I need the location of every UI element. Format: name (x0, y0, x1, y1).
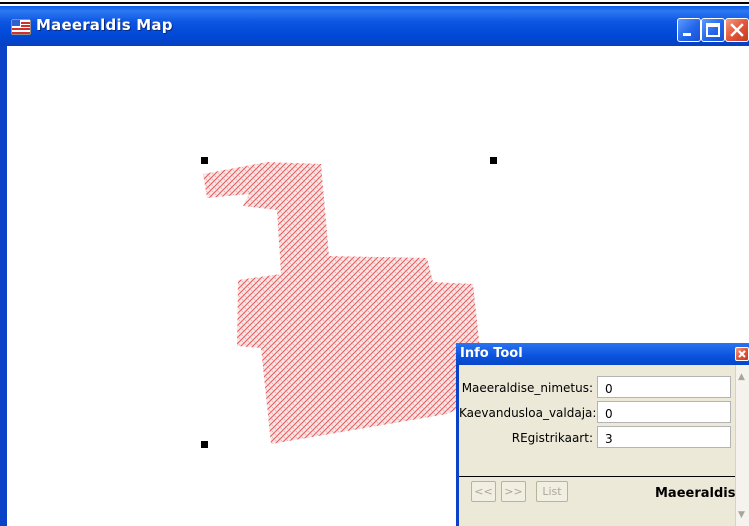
field-row: Maeeraldise_nimetus: 0 (459, 376, 749, 400)
close-icon (738, 350, 746, 358)
field-value-maeeraldise-nimetus[interactable]: 0 (597, 376, 731, 398)
field-value-registrikaart[interactable]: 3 (597, 426, 731, 448)
selection-handle-bottom-left[interactable] (201, 441, 208, 448)
next-record-button[interactable]: >> (501, 481, 526, 502)
field-label: Kaevandusloa_valdaja: (459, 406, 597, 420)
info-separator (459, 476, 735, 477)
close-icon (730, 23, 744, 37)
info-scrollbar[interactable]: ▲ ▼ (735, 365, 749, 526)
minimize-button[interactable] (677, 18, 701, 42)
window-title: Maeeraldis Map (36, 16, 173, 34)
selection-handle-top-right[interactable] (490, 157, 497, 164)
info-tool-title: Info Tool (460, 346, 523, 361)
list-button[interactable]: List (536, 481, 568, 502)
minimize-icon (683, 33, 691, 36)
field-label: Maeeraldise_nimetus: (461, 381, 593, 395)
field-value-kaevandusloa-valdaja[interactable]: 0 (597, 401, 731, 423)
info-tool-body: Maeeraldise_nimetus: 0 Kaevandusloa_vald… (459, 365, 749, 526)
app-icon (11, 19, 31, 35)
info-tool-close-button[interactable] (735, 347, 749, 361)
close-button[interactable] (725, 18, 749, 42)
deposit-polygon[interactable] (203, 162, 485, 444)
previous-record-button[interactable]: << (471, 481, 496, 502)
window-titlebar[interactable]: Maeeraldis Map (0, 6, 749, 46)
field-row: Kaevandusloa_valdaja: 0 (459, 401, 749, 425)
screen-top-edge (0, 0, 749, 4)
scroll-up-icon[interactable]: ▲ (738, 372, 745, 382)
maximize-button[interactable] (701, 18, 725, 42)
scroll-down-icon[interactable]: ▼ (738, 510, 745, 520)
layer-name: Maeeraldis (655, 486, 736, 501)
field-label: REgistrikaart: (511, 431, 593, 445)
maximize-icon (706, 23, 720, 37)
info-tool-titlebar[interactable]: Info Tool (456, 343, 749, 365)
info-tool-window: Info Tool Maeeraldise_nimetus: 0 Kaevand… (456, 343, 749, 526)
selection-handle-top-left[interactable] (201, 157, 208, 164)
field-row: REgistrikaart: 3 (459, 426, 749, 450)
